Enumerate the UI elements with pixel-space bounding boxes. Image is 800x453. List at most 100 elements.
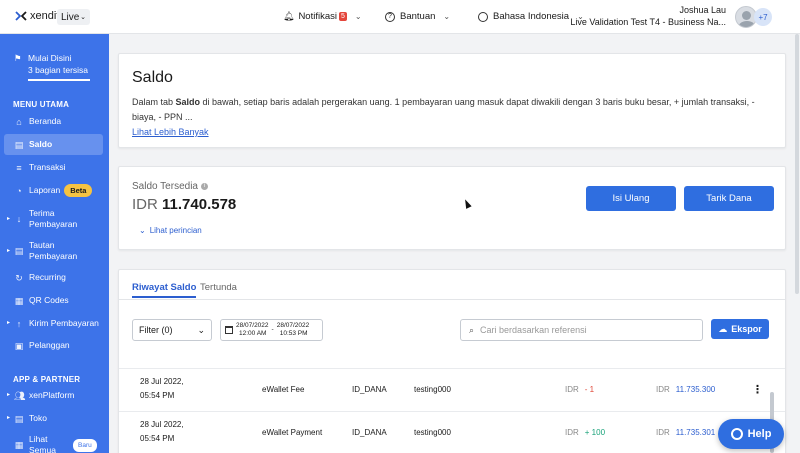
page-scrollbar[interactable] — [795, 34, 799, 294]
caret-right-icon: ▸ — [7, 392, 11, 398]
topup-button[interactable]: Isi Ulang — [586, 186, 676, 211]
date-range-picker[interactable]: 28/07/2022 12:00 AM - 28/07/2022 10:53 P… — [220, 319, 323, 341]
sidebar-item-lihat-semua[interactable]: ▦ Lihat Semua Baru — [4, 434, 103, 453]
row-datetime: 28 Jul 2022, 05:54 PM — [140, 412, 184, 452]
help-label: Bantuan — [400, 11, 436, 22]
end-date: 28/07/2022 — [276, 322, 310, 329]
sidebar-item-transaksi[interactable]: ≡ Transaksi — [4, 162, 103, 173]
search-input[interactable]: ⌕ Cari berdasarkan referensi — [460, 319, 703, 341]
sidebar-item-beranda[interactable]: ⌂ Beranda — [4, 116, 103, 127]
caret-right-icon: ▸ — [7, 215, 11, 222]
sidebar-item-laporan[interactable]: ◔ Laporan Beta — [4, 184, 103, 197]
sidebar-item-label: Terima Pembayaran — [29, 208, 78, 229]
notifications-count-badge: 5 — [338, 12, 347, 21]
balance-currency: IDR — [656, 384, 670, 394]
row-balance: IDR 11.735.301 — [656, 412, 715, 452]
sidebar-item-qr-codes[interactable]: ▦ QR Codes — [4, 295, 103, 306]
more-vertical-icon[interactable]: ⋮ — [752, 369, 763, 409]
sidebar: ⚑ Mulai Disini 3 bagian tersisa MENU UTAM… — [0, 34, 109, 453]
sidebar-item-pelanggan[interactable]: ▣ Pelanggan — [4, 340, 103, 351]
withdraw-button[interactable]: Tarik Dana — [684, 186, 774, 211]
sidebar-item-label: Toko — [29, 413, 47, 423]
saldo-info-card: Saldo Dalam tab Saldo di bawah, setiap b… — [118, 53, 786, 148]
row-amount: IDR + 100 — [565, 412, 605, 452]
row-reference: testing000 — [414, 384, 451, 394]
see-details-link[interactable]: ⌄ Lihat perincian — [139, 226, 202, 235]
range-separator: - — [271, 326, 274, 333]
language-menu[interactable]: Bahasa Indonesia ⌄ — [478, 11, 584, 22]
amount-currency: IDR — [565, 384, 579, 394]
end-time: 10:53 PM — [279, 330, 308, 337]
notifications-label: Notifikasi — [298, 11, 337, 22]
flag-icon: ⚑ — [14, 53, 22, 63]
recurring-icon: ↻ — [15, 272, 23, 283]
send-icon: ↑ — [16, 318, 22, 329]
table-row[interactable]: 28 Jul 2022, 05:54 PM eWallet Fee ID_DAN… — [119, 368, 785, 408]
sidebar-item-toko[interactable]: ▸ ▤ Toko — [4, 413, 103, 424]
chart-icon: ◔ — [16, 185, 22, 196]
balance-after: 11.735.300 — [675, 384, 716, 394]
filter-dropdown[interactable]: Filter (0) ⌄ — [132, 319, 212, 341]
row-time: 05:54 PM — [140, 434, 175, 443]
help-menu[interactable]: ? Bantuan ⌄ — [385, 11, 450, 22]
progress-title: Mulai Disini — [28, 53, 72, 63]
tab-pending[interactable]: Tertunda — [200, 282, 237, 293]
sidebar-item-kirim-pembayaran[interactable]: ▸ ↑ Kirim Pembayaran — [4, 318, 103, 329]
date-end: 28/07/2022 10:53 PM — [277, 322, 310, 338]
row-time: 05:54 PM — [140, 391, 175, 400]
row-date: 28 Jul 2022, — [140, 377, 184, 386]
sidebar-item-label: Transaksi — [29, 162, 66, 172]
business-name: Live Validation Test T4 - Business Na... — [570, 17, 726, 27]
extra-accounts-badge[interactable]: +7 — [754, 8, 772, 26]
tab-balance-history[interactable]: Riwayat Saldo — [132, 282, 197, 298]
sidebar-item-terima-pembayaran[interactable]: ▸ ↓ Terima Pembayaran — [4, 208, 103, 230]
xendit-logo-icon — [15, 11, 27, 21]
start-time: 12:00 AM — [239, 330, 267, 337]
store-icon: ▤ — [14, 413, 24, 424]
row-balance: IDR 11.735.300 — [656, 369, 715, 409]
customer-icon: ▣ — [14, 340, 24, 351]
bell-icon: 🔔︎ — [283, 11, 295, 21]
row-datetime: 28 Jul 2022, 05:54 PM — [140, 369, 184, 409]
saldo-description-text: Dalam tab — [132, 97, 176, 107]
chat-icon — [730, 428, 743, 440]
qr-icon: ▦ — [14, 295, 24, 306]
sidebar-item-saldo[interactable]: ▤ Saldo — [4, 134, 103, 155]
onboarding-progress[interactable]: ⚑ Mulai Disini 3 bagian tersisa — [14, 52, 90, 81]
caret-right-icon: ▸ — [7, 415, 11, 421]
row-channel: ID_DANA — [352, 427, 387, 437]
sidebar-item-label: Kirim Pembayaran — [29, 318, 99, 328]
export-button[interactable]: ☁ Ekspor — [711, 319, 769, 339]
history-card: Riwayat Saldo Tertunda Filter (0) ⌄ 28/0… — [118, 269, 786, 453]
language-label: Bahasa Indonesia — [493, 11, 570, 22]
chevron-down-icon: ⌄ — [354, 12, 362, 21]
row-type: eWallet Payment — [262, 427, 323, 437]
saldo-description-bold: Saldo — [175, 97, 201, 107]
chevron-down-icon: ⌄ — [80, 14, 86, 21]
row-reference: testing000 — [414, 427, 451, 437]
export-label: Ekspor — [731, 324, 762, 334]
see-more-link[interactable]: Lihat Lebih Banyak — [132, 127, 209, 137]
cloud-upload-icon: ☁ — [718, 323, 728, 334]
tabs-divider — [119, 299, 785, 300]
help-button[interactable]: Help — [718, 419, 784, 449]
link-icon: ▤ — [14, 246, 24, 256]
caret-right-icon: ▸ — [7, 320, 11, 326]
calendar-icon — [225, 326, 233, 334]
info-icon[interactable]: i — [200, 183, 208, 190]
sidebar-item-xenplatform[interactable]: ▸ 👥︎ xenPlatform — [4, 390, 103, 401]
environment-select[interactable]: Live ⌄ — [57, 9, 90, 25]
sidebar-item-label: QR Codes — [29, 295, 69, 305]
balance-currency: IDR — [656, 427, 670, 437]
sidebar-item-tautan-pembayaran[interactable]: ▸ ▤ Tautan Pembayaran — [4, 240, 103, 262]
chevron-down-icon: ⌄ — [139, 226, 146, 235]
user-menu[interactable]: Joshua Lau Live Validation Test T4 - Bus… — [570, 4, 726, 28]
progress-bar — [28, 79, 90, 81]
xendit-logo[interactable]: xendit — [15, 10, 59, 22]
sidebar-item-label: xenPlatform — [29, 390, 75, 400]
amount-value: + 100 — [584, 427, 606, 437]
row-channel: ID_DANA — [352, 384, 387, 394]
sidebar-item-recurring[interactable]: ↻ Recurring — [4, 272, 103, 283]
table-row[interactable]: 28 Jul 2022, 05:54 PM eWallet Payment ID… — [119, 411, 785, 451]
notifications-menu[interactable]: 🔔︎ Notifikasi 5 ⌄ — [283, 11, 362, 22]
